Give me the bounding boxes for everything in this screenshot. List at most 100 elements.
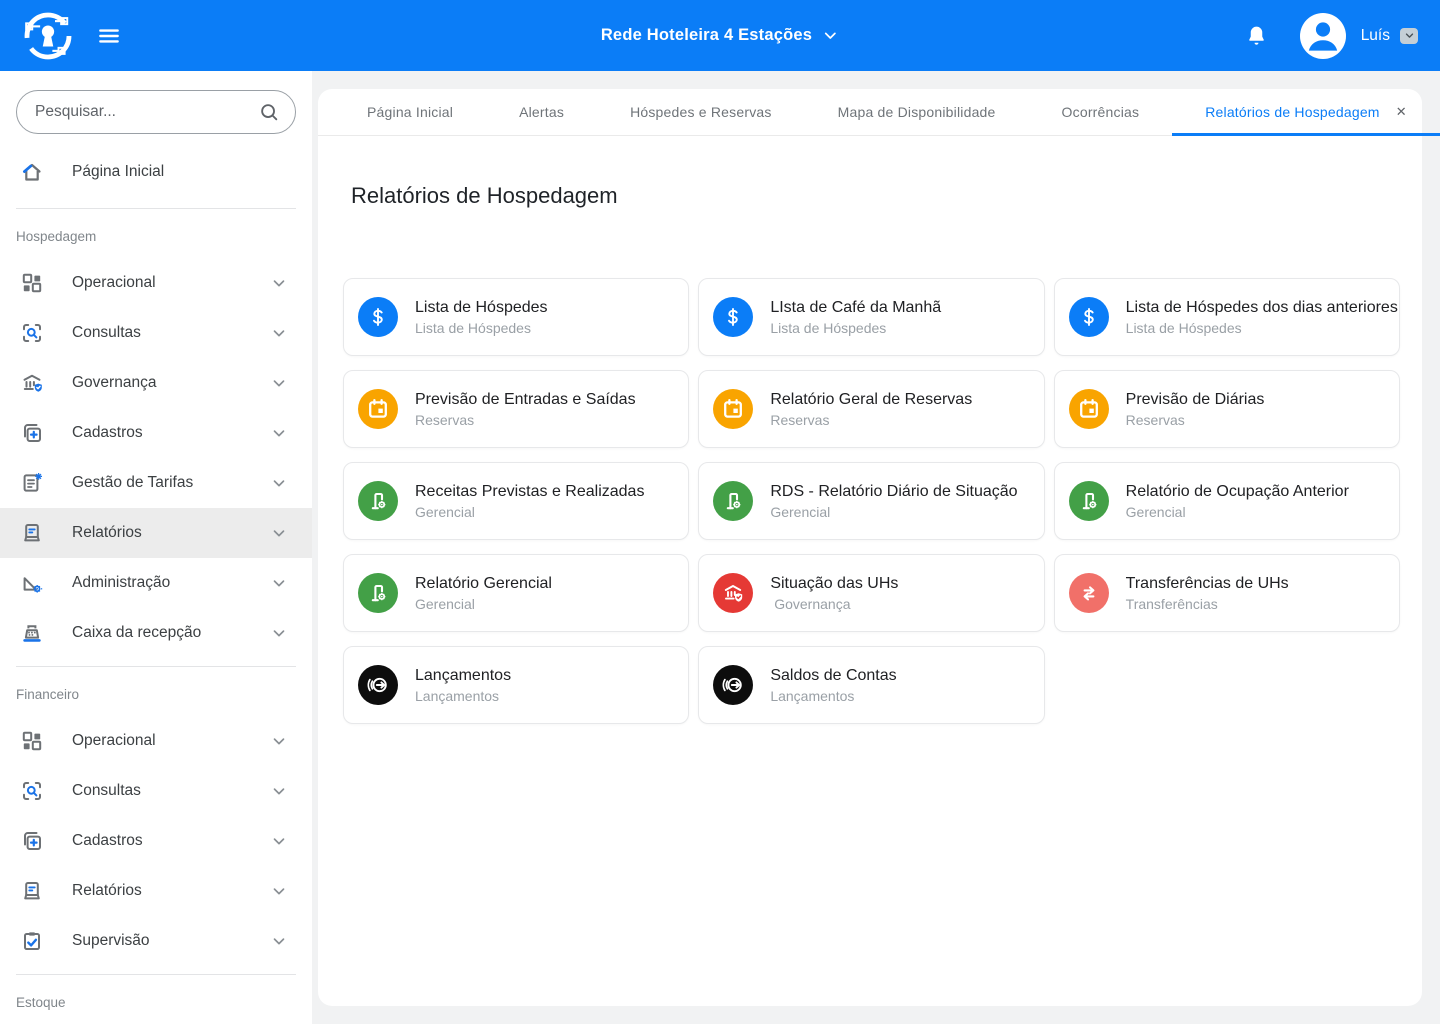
sidebar-item-label: Operacional: [72, 732, 156, 750]
chevron-down-icon: [270, 624, 288, 642]
chevron-down-icon: [270, 732, 288, 750]
sidebar-item-label: Relatórios: [72, 882, 142, 900]
sidebar-item-cadastros[interactable]: Cadastros: [0, 408, 312, 458]
search-input[interactable]: [35, 103, 258, 121]
report-card-title: Previsão de Entradas e Saídas: [415, 391, 636, 409]
section-label-financeiro: Financeiro: [16, 687, 296, 702]
report-gear-icon: [1069, 481, 1109, 521]
search-icon: [258, 101, 280, 123]
report-card-subtitle: Gerencial: [1126, 504, 1349, 520]
user-name: Luís: [1361, 27, 1390, 45]
report-card-title: Receitas Previstas e Realizadas: [415, 483, 644, 501]
report-card-lista-de-cafe-da-manha[interactable]: LIsta de Café da Manhã Lista de Hóspedes: [698, 278, 1044, 356]
report-card-text: Relatório de Ocupação Anterior Gerencial: [1126, 483, 1349, 520]
dashboard-icon: [20, 729, 44, 753]
report-card-subtitle: Lista de Hóspedes: [770, 320, 941, 336]
report-card-lancamentos[interactable]: LançamentosLançamentos: [343, 646, 689, 724]
sidebar-search: [16, 90, 296, 134]
transaction-out-icon: [713, 665, 753, 705]
report-card-receitas-previstas-e-realizadas[interactable]: Receitas Previstas e RealizadasGerencial: [343, 462, 689, 540]
tab-relatorios-de-hospedagem[interactable]: Relatórios de Hospedagem ✕: [1172, 89, 1440, 135]
report-card-text: Situação das UHs Governança: [770, 575, 898, 612]
divider: [16, 208, 296, 209]
report-card-title: Relatório de Ocupação Anterior: [1126, 483, 1349, 501]
tab-label: Ocorrências: [1062, 104, 1140, 120]
chevron-down-icon: [270, 374, 288, 392]
sidebar-item-label: Cadastros: [72, 424, 143, 442]
report-card-saldos-de-contas[interactable]: Saldos de Contas Lançamentos: [698, 646, 1044, 724]
report-card-rds-relatorio-diario-de-situacao[interactable]: RDS - Relatório Diário de SituaçãoGerenc…: [698, 462, 1044, 540]
hamburger-menu-button[interactable]: [92, 19, 126, 53]
sidebar-item-supervisao[interactable]: Supervisão: [0, 916, 312, 966]
sidebar-item-relatorios[interactable]: Relatórios: [0, 508, 312, 558]
report-card-title: LIsta de Café da Manhã: [770, 299, 941, 317]
user-avatar[interactable]: [1300, 13, 1346, 59]
report-gear-icon: [358, 573, 398, 613]
tab-label: Relatórios de Hospedagem: [1205, 104, 1379, 120]
report-card-previsao-de-entradas-e-saidas[interactable]: Previsão de Entradas e SaídasReservas: [343, 370, 689, 448]
calendar-icon: [358, 389, 398, 429]
close-icon[interactable]: ✕: [1396, 104, 1407, 120]
report-card-relatorio-geral-de-reservas[interactable]: Relatório Geral de ReservasReservas: [698, 370, 1044, 448]
report-card-title: Saldos de Contas: [770, 667, 896, 685]
sidebar-item-operacional[interactable]: Operacional: [0, 258, 312, 308]
sidebar-item-operacional[interactable]: Operacional: [0, 716, 312, 766]
bank-shield-icon: [713, 573, 753, 613]
chevron-down-icon: [270, 524, 288, 542]
tab-pagina-inicial[interactable]: Página Inicial: [334, 89, 486, 135]
report-gear-icon: [713, 481, 753, 521]
tab-bar: Página Inicial Alertas Hóspedes e Reservas…: [318, 89, 1422, 136]
report-card-text: Lista de Hóspedes Lista de Hóspedes: [415, 299, 548, 336]
report-card-relatorio-de-ocupacao-anterior[interactable]: Relatório de Ocupação Anterior Gerencial: [1054, 462, 1400, 540]
report-card-subtitle: Lista de Hóspedes: [415, 320, 548, 336]
sidebar-item-label: Consultas: [72, 324, 141, 342]
sidebar-item-governanca[interactable]: Governança: [0, 358, 312, 408]
sidebar-item-label: Página Inicial: [72, 163, 164, 181]
report-card-lista-de-hospedes[interactable]: Lista de Hóspedes Lista de Hóspedes: [343, 278, 689, 356]
dollar-icon: [358, 297, 398, 337]
chevron-down-icon: [270, 782, 288, 800]
sidebar-item-label: Cadastros: [72, 832, 143, 850]
report-card-transferencias-de-uhs[interactable]: Transferências de UHsTransferências: [1054, 554, 1400, 632]
report-card-lista-de-hospedes-dos-dias-anteriores[interactable]: Lista de Hóspedes dos dias anterioresLis…: [1054, 278, 1400, 356]
report-print-icon: [20, 879, 44, 903]
tab-alertas[interactable]: Alertas: [486, 89, 597, 135]
copy-plus-icon: [20, 829, 44, 853]
divider: [16, 974, 296, 975]
report-card-previsao-de-diarias[interactable]: Previsão de DiáriasReservas: [1054, 370, 1400, 448]
report-card-title: Relatório Gerencial: [415, 575, 552, 593]
report-card-text: Saldos de Contas Lançamentos: [770, 667, 896, 704]
page-title: Relatórios de Hospedagem: [351, 183, 1422, 209]
user-menu-chevron-icon[interactable]: [1400, 28, 1418, 44]
tab-mapa-de-disponibilidade[interactable]: Mapa de Disponibilidade: [805, 89, 1029, 135]
tab-hospedes-e-reservas[interactable]: Hóspedes e Reservas: [597, 89, 805, 135]
report-card-subtitle: Lançamentos: [770, 688, 896, 704]
sidebar-item-label: Administração: [72, 574, 170, 592]
report-card-text: Lista de Hóspedes dos dias anterioresLis…: [1126, 299, 1385, 336]
sidebar-item-relatorios[interactable]: Relatórios: [0, 866, 312, 916]
sidebar-item-consultas[interactable]: Consultas: [0, 308, 312, 358]
report-card-relatorio-gerencial[interactable]: Relatório GerencialGerencial: [343, 554, 689, 632]
sidebar-item-gestao-de-tarifas[interactable]: Gestão de Tarifas: [0, 458, 312, 508]
bank-check-icon: [20, 371, 44, 395]
sidebar-item-caixa-da-recepcao[interactable]: Caixa da recepção: [0, 608, 312, 658]
sidebar-item-label: Governança: [72, 374, 156, 392]
report-card-situacao-das-uhs[interactable]: Situação das UHs Governança: [698, 554, 1044, 632]
report-card-title: Lista de Hóspedes: [415, 299, 548, 317]
sidebar-item-pagina-inicial[interactable]: Página Inicial: [0, 144, 312, 200]
tab-label: Alertas: [519, 104, 564, 120]
report-card-text: Transferências de UHsTransferências: [1126, 575, 1289, 612]
sidebar-item-consultas[interactable]: Consultas: [0, 766, 312, 816]
ruler-gear-icon: [20, 571, 44, 595]
sidebar-item-cadastros[interactable]: Cadastros: [0, 816, 312, 866]
chevron-down-icon: [270, 274, 288, 292]
transfer-arrows-icon: [1069, 573, 1109, 613]
sidebar-item-administracao[interactable]: Administração: [0, 558, 312, 608]
tab-ocorrencias[interactable]: Ocorrências: [1029, 89, 1173, 135]
notifications-bell-icon[interactable]: [1245, 24, 1268, 47]
tab-label: Hóspedes e Reservas: [630, 104, 772, 120]
property-selector[interactable]: Rede Hoteleira 4 Estações: [601, 26, 839, 45]
sidebar-item-label: Caixa da recepção: [72, 624, 201, 642]
report-card-text: Previsão de DiáriasReservas: [1126, 391, 1265, 428]
clipboard-check-icon: [20, 929, 44, 953]
